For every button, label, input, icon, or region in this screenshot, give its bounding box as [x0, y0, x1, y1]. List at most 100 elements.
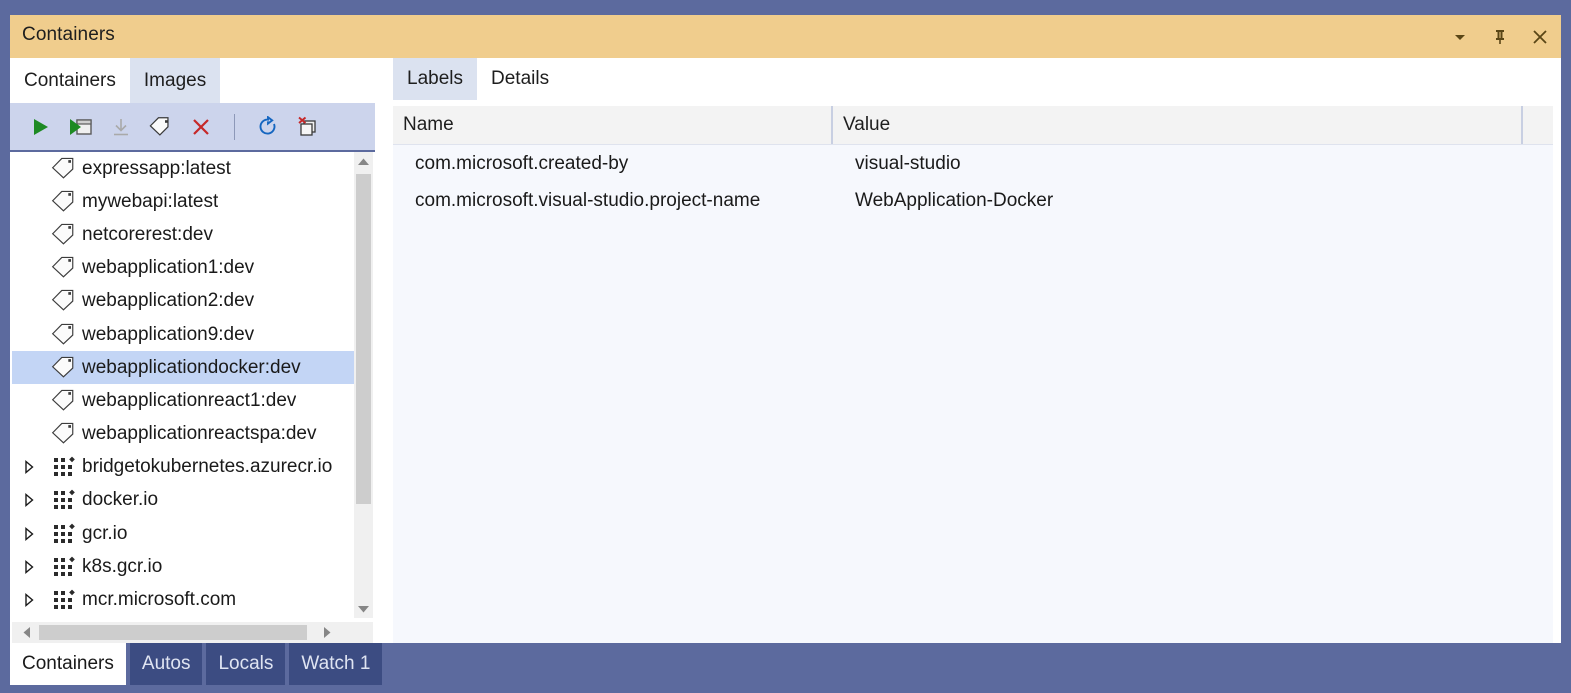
tab-labels[interactable]: Labels — [393, 58, 477, 100]
tab-images[interactable]: Images — [130, 58, 220, 103]
tree-indent — [12, 418, 46, 451]
images-toolbar — [10, 103, 375, 150]
tree-row-label: gcr.io — [82, 523, 127, 545]
table-row[interactable]: com.microsoft.visual-studio.project-name… — [393, 182, 1553, 219]
scroll-down-icon[interactable] — [354, 599, 373, 618]
tree-indent — [12, 384, 46, 417]
tree-indent — [12, 285, 46, 318]
run-in-window-icon[interactable] — [68, 114, 94, 140]
tag-icon — [46, 318, 82, 351]
tree-row-label: expressapp:latest — [82, 158, 231, 180]
column-header-filler[interactable] — [1523, 106, 1553, 144]
scroll-left-icon[interactable] — [16, 622, 37, 643]
tree-row[interactable]: bridgetokubernetes.azurecr.io — [12, 451, 354, 484]
tree-row[interactable]: webapplication9:dev — [12, 318, 354, 351]
scroll-up-icon[interactable] — [354, 152, 373, 171]
label-name-cell: com.microsoft.visual-studio.project-name — [393, 190, 833, 212]
label-name-cell: com.microsoft.created-by — [393, 153, 833, 175]
tree-row-label: mywebapi:latest — [82, 191, 218, 213]
tree-row-label: bridgetokubernetes.azurecr.io — [82, 456, 332, 478]
expand-arrow-icon[interactable] — [12, 484, 46, 517]
registry-icon — [46, 517, 82, 550]
tree-row[interactable]: webapplicationreact1:dev — [12, 384, 354, 417]
labels-grid-body: com.microsoft.created-byvisual-studiocom… — [393, 145, 1553, 219]
tree-row-label: webapplication2:dev — [82, 290, 254, 312]
details-pane: Labels Details Name Value — [385, 58, 1561, 643]
tree-row[interactable]: webapplication1:dev — [12, 252, 354, 285]
tag-icon — [46, 185, 82, 218]
tree-row[interactable]: docker.io — [12, 484, 354, 517]
tree-row-label: docker.io — [82, 489, 158, 511]
images-tree[interactable]: expressapp:latest mywebapi:latest netcorer… — [12, 152, 354, 618]
remove-x-icon[interactable] — [188, 114, 214, 140]
registry-icon — [46, 451, 82, 484]
tree-row[interactable]: gcr.io — [12, 517, 354, 550]
table-row[interactable]: com.microsoft.created-byvisual-studio — [393, 145, 1553, 182]
tree-indent — [12, 152, 46, 185]
bottom-dock-tabstrip: ContainersAutosLocalsWatch 1 — [10, 643, 386, 693]
horizontal-scroll-thumb[interactable] — [39, 625, 307, 640]
images-tree-horizontal-scrollbar[interactable] — [12, 622, 373, 643]
refresh-icon[interactable] — [255, 114, 281, 140]
column-header-name[interactable]: Name — [393, 106, 833, 144]
tab-details[interactable]: Details — [477, 58, 563, 100]
label-value-cell: WebApplication-Docker — [833, 190, 1523, 212]
images-tree-container: expressapp:latest mywebapi:latest netcorer… — [12, 152, 373, 643]
tree-row[interactable]: expressapp:latest — [12, 152, 354, 185]
label-value-cell: visual-studio — [833, 153, 1523, 175]
tab-details-label: Details — [491, 68, 549, 90]
tab-containers-label: Containers — [24, 70, 116, 92]
expand-arrow-icon[interactable] — [12, 451, 46, 484]
tag-icon[interactable] — [148, 114, 174, 140]
tree-indent — [12, 185, 46, 218]
bottom-dock: ContainersAutosLocalsWatch 1 — [0, 643, 1571, 693]
tag-icon — [46, 285, 82, 318]
column-header-value[interactable]: Value — [833, 106, 1523, 144]
dock-tab-autos[interactable]: Autos — [130, 643, 203, 685]
tag-icon — [46, 384, 82, 417]
tree-row[interactable]: webapplicationreactspa:dev — [12, 418, 354, 451]
column-header-value-label: Value — [843, 114, 890, 136]
column-header-name-label: Name — [403, 114, 454, 136]
tree-row-label: mcr.microsoft.com — [82, 589, 236, 611]
expand-arrow-icon[interactable] — [12, 550, 46, 583]
close-icon[interactable] — [1527, 24, 1553, 50]
tab-images-label: Images — [144, 70, 206, 92]
expand-arrow-icon[interactable] — [12, 517, 46, 550]
tree-row-label: webapplicationreactspa:dev — [82, 423, 317, 445]
expand-arrow-icon[interactable] — [12, 584, 46, 617]
dock-tab-locals[interactable]: Locals — [206, 643, 285, 685]
tag-icon — [46, 418, 82, 451]
vertical-scroll-thumb[interactable] — [356, 174, 371, 504]
dock-tab-containers[interactable]: Containers — [10, 643, 126, 685]
tree-row[interactable]: mywebapi:latest — [12, 185, 354, 218]
tree-row[interactable]: mcr.microsoft.com — [12, 583, 354, 616]
tab-labels-label: Labels — [407, 68, 463, 90]
page-title: Containers — [22, 24, 115, 46]
tree-indent — [12, 218, 46, 251]
labels-grid-header: Name Value — [393, 106, 1553, 145]
containers-tool-window: Containers — [10, 15, 1561, 643]
left-pane-tabstrip: Containers Images — [10, 58, 375, 103]
registry-icon — [46, 584, 82, 617]
registry-icon — [46, 550, 82, 583]
tree-row[interactable]: netcorerest:dev — [12, 218, 354, 251]
tree-row-label: webapplication9:dev — [82, 324, 254, 346]
pin-icon[interactable] — [1487, 24, 1513, 50]
tree-row[interactable]: webapplication2:dev — [12, 285, 354, 318]
scroll-right-icon[interactable] — [316, 622, 337, 643]
tree-row[interactable]: webapplicationdocker:dev — [12, 351, 354, 384]
images-tree-vertical-scrollbar[interactable] — [354, 152, 373, 618]
chevron-down-icon[interactable] — [1447, 24, 1473, 50]
tree-row-label: netcorerest:dev — [82, 224, 213, 246]
run-icon[interactable] — [28, 114, 54, 140]
tree-row[interactable]: k8s.gcr.io — [12, 550, 354, 583]
dock-tab-watch-1[interactable]: Watch 1 — [289, 643, 382, 685]
tab-containers[interactable]: Containers — [10, 58, 130, 103]
tree-indent — [12, 252, 46, 285]
tag-icon — [46, 252, 82, 285]
prune-images-icon[interactable] — [295, 114, 321, 140]
toolbar-separator — [234, 114, 235, 140]
tree-row-label: webapplicationreact1:dev — [82, 390, 296, 412]
images-pane: Containers Images — [10, 58, 375, 643]
